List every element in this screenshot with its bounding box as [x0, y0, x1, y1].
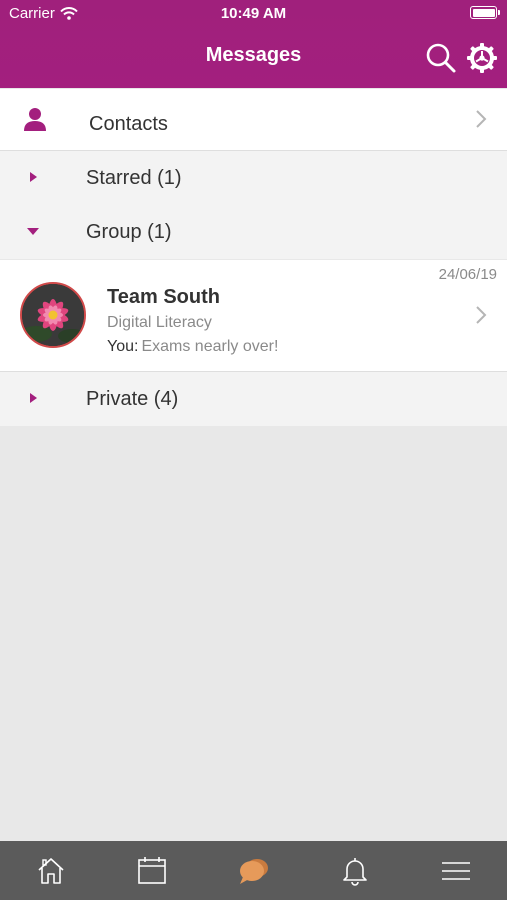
battery-icon [470, 6, 500, 19]
avatar [20, 282, 86, 348]
person-icon [24, 108, 46, 131]
bell-icon [343, 857, 367, 886]
chat-bubbles-icon [239, 858, 268, 884]
section-group[interactable]: Group (1) [0, 205, 507, 259]
thread-sender: You: [107, 338, 139, 355]
status-time: 10:49 AM [220, 5, 287, 22]
caret-right-icon [30, 172, 37, 182]
section-private[interactable]: Private (4) [0, 372, 507, 426]
conversation-row[interactable]: 24/06/19 Team South Digital Literacy You… [0, 260, 507, 372]
thread-last-message: Exams nearly over! [141, 338, 279, 355]
tab-calendar[interactable] [101, 841, 202, 900]
chevron-right-icon [476, 306, 487, 324]
chevron-right-icon [476, 110, 487, 128]
tab-home[interactable] [0, 841, 101, 900]
home-icon [38, 857, 64, 884]
contacts-label: Contacts [89, 113, 168, 135]
tab-notifications[interactable] [304, 841, 405, 900]
section-group-label: Group (1) [86, 221, 172, 243]
caret-down-icon [27, 228, 39, 235]
tab-bar [0, 841, 507, 900]
section-private-label: Private (4) [86, 388, 179, 410]
thread-preview: You: Exams nearly over! [107, 338, 278, 356]
thread-name: Team South [107, 286, 220, 308]
contacts-row[interactable]: Contacts [0, 89, 507, 151]
thread-subtitle: Digital Literacy [107, 314, 212, 331]
caret-right-icon [30, 393, 37, 403]
tab-menu[interactable] [406, 841, 507, 900]
app-header: Carrier 10:49 AM Messages [0, 0, 507, 88]
calendar-icon [138, 856, 166, 884]
section-starred[interactable]: Starred (1) [0, 151, 507, 205]
status-bar: Carrier 10:49 AM [0, 0, 507, 28]
thread-date: 24/06/19 [438, 266, 497, 283]
tab-messages[interactable] [203, 841, 304, 900]
settings-icon[interactable] [466, 42, 498, 74]
section-starred-label: Starred (1) [86, 167, 182, 189]
search-icon[interactable] [425, 42, 457, 74]
water-lily-photo [22, 284, 84, 346]
menu-icon [442, 861, 471, 880]
